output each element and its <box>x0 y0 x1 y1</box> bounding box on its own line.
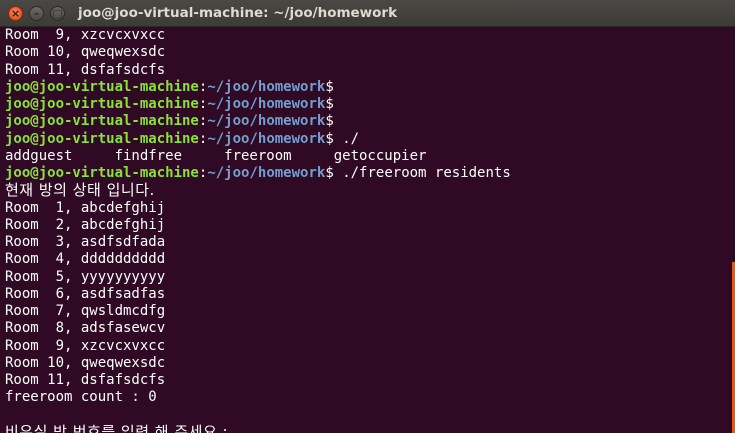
output-line: Room 9, xzcvcxvxcc <box>5 337 166 354</box>
output-line: Room 11, dsfafsdcfs <box>5 372 166 388</box>
output-line: Room 1, abcdefghij <box>5 199 166 216</box>
prompt-user: joo@joo-virtual-machine <box>5 130 199 147</box>
output-line: Room 7, qwsldmcdfg <box>5 303 166 319</box>
prompt-path: ~/joo/homework <box>207 130 326 147</box>
window-title: joo@joo-virtual-machine: ~/joo/homework <box>78 5 398 21</box>
maximize-icon: □ <box>52 7 63 20</box>
close-button[interactable]: × <box>8 6 23 21</box>
output-line: freeroom count : 0 <box>5 389 157 406</box>
prompt-user: joo@joo-virtual-machine <box>5 113 199 130</box>
korean-output-line: 비우실 방 번호를 입력 해 주세요 : <box>5 423 229 433</box>
prompt-path: ~/joo/homework <box>207 96 326 112</box>
prompt-symbol: $ <box>325 165 334 181</box>
korean-output-line: 현재 방의 상태 입니다. <box>5 182 155 200</box>
prompt-path: ~/joo/homework <box>207 113 326 130</box>
prompt-user: joo@joo-virtual-machine <box>5 165 199 181</box>
prompt-line: joo@joo-virtual-machine:~/joo/homework$ <box>5 79 729 96</box>
output-line: Room 2, abcdefghij <box>5 216 166 233</box>
command-text: ./ <box>333 130 360 147</box>
prompt-line: joo@joo-virtual-machine:~/joo/homework$ … <box>5 131 729 148</box>
output-line: Room 10, qweqwexsdc <box>5 44 166 61</box>
prompt-symbol: $ <box>325 130 334 147</box>
close-icon: × <box>10 7 21 20</box>
output-line: Room 6, asdfsadfas <box>5 285 166 302</box>
output-line: Room 4, dddddddddd <box>5 251 166 268</box>
output-line: Room 10, qweqwexsdc <box>5 354 166 371</box>
scrollbar[interactable] <box>729 27 735 433</box>
prompt-line: joo@joo-virtual-machine:~/joo/homework$ … <box>5 165 729 182</box>
maximize-button[interactable]: □ <box>50 6 65 21</box>
prompt-user: joo@joo-virtual-machine <box>5 96 199 112</box>
prompt-path: ~/joo/homework <box>207 78 326 95</box>
output-line: Room 5, yyyyyyyyyy <box>5 268 166 285</box>
prompt-symbol: $ <box>325 113 334 130</box>
prompt-user: joo@joo-virtual-machine <box>5 78 199 95</box>
minimize-button[interactable]: – <box>29 6 44 21</box>
prompt-symbol: $ <box>325 78 334 95</box>
terminal-output[interactable]: Room 9, xzcvcxvxcc Room 10, qweqwexsdc Roo… <box>0 27 729 433</box>
prompt-path: ~/joo/homework <box>207 165 326 181</box>
output-line: Room 3, asdfsdfada <box>5 234 166 250</box>
prompt-line: joo@joo-virtual-machine:~/joo/homework$ <box>5 96 729 113</box>
output-line: Room 11, dsfafsdcfs <box>5 61 166 78</box>
prompt-line: joo@joo-virtual-machine:~/joo/homework$ <box>5 113 729 130</box>
terminal-window: × – □ joo@joo-virtual-machine: ~/joo/hom… <box>0 0 735 433</box>
command-text: ./freeroom residents <box>333 165 511 181</box>
title-bar[interactable]: × – □ joo@joo-virtual-machine: ~/joo/hom… <box>0 0 735 27</box>
output-line: Room 8, adsfasewcv <box>5 320 166 337</box>
output-line: Room 9, xzcvcxvxcc <box>5 27 166 43</box>
output-line: addguest findfree freeroom getoccupier <box>5 147 427 164</box>
minimize-icon: – <box>33 7 40 20</box>
prompt-symbol: $ <box>325 96 334 112</box>
